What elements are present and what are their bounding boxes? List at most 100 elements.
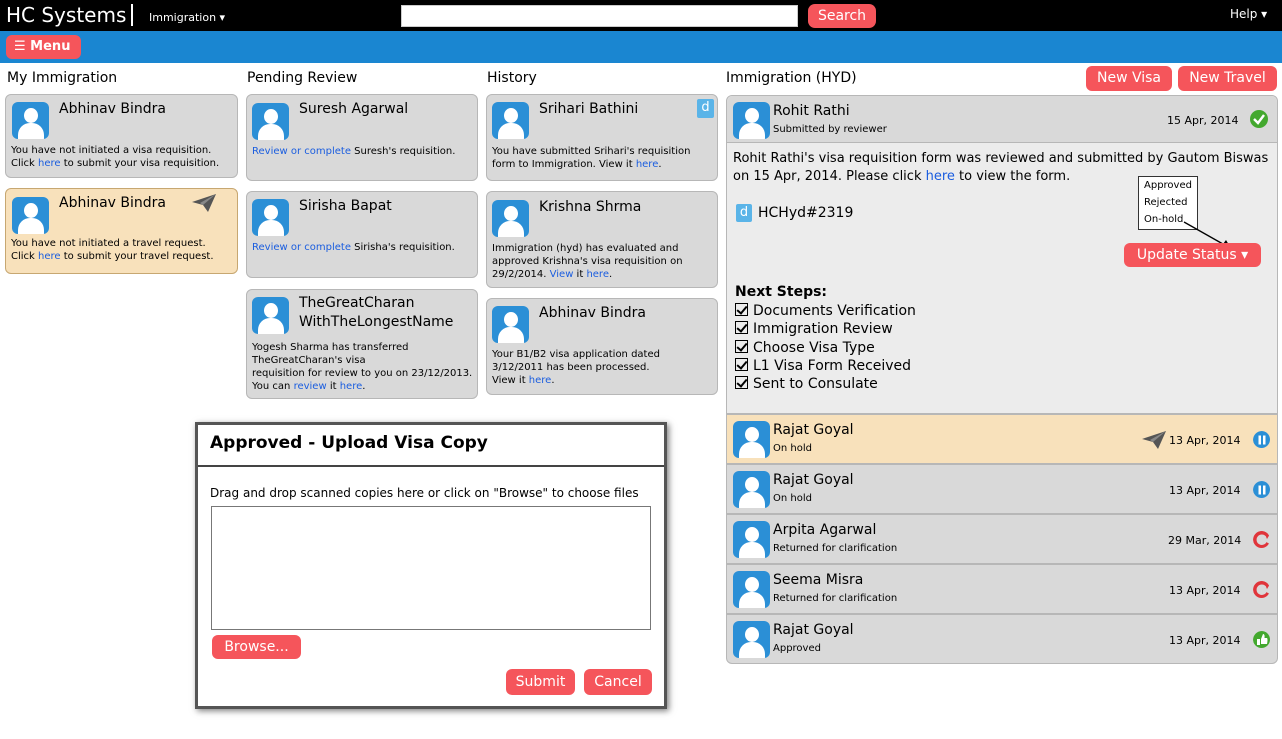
list-item[interactable]: Seema Misra Returned for clarification 1…	[726, 564, 1278, 614]
submit-button[interactable]: Submit	[506, 669, 575, 695]
card-name: Srihari Bathini	[539, 101, 639, 117]
nav-bar: ☰ Menu	[0, 31, 1282, 63]
checkbox-checked-icon	[735, 340, 748, 353]
avatar	[492, 102, 529, 139]
paper-plane-icon	[1142, 431, 1166, 449]
search-input[interactable]	[401, 5, 798, 27]
card-text: You have not initiated a visa requisitio…	[11, 145, 220, 169]
module-dropdown[interactable]: Immigration ▾	[149, 11, 225, 24]
detail-date: 15 Apr, 2014	[1167, 114, 1239, 127]
row-status: Returned for clarification	[773, 593, 898, 604]
view-link[interactable]: View	[550, 269, 574, 280]
travel-here-link[interactable]: here	[38, 251, 61, 262]
cancel-button[interactable]: Cancel	[584, 669, 652, 695]
list-item[interactable]: Rajat Goyal On hold 13 Apr, 2014	[726, 464, 1278, 514]
here-link[interactable]: here	[636, 159, 659, 170]
review-link[interactable]: Review or complete	[252, 146, 351, 157]
new-visa-button[interactable]: New Visa	[1086, 66, 1172, 91]
row-name: Rajat Goyal	[773, 472, 854, 488]
checkbox-checked-icon	[735, 321, 748, 334]
avatar	[12, 197, 49, 234]
view-form-link[interactable]: here	[926, 169, 955, 184]
avatar	[733, 471, 770, 508]
update-status-button[interactable]: Update Status ▾	[1124, 243, 1261, 267]
card-name: Sirisha Bapat	[299, 198, 392, 214]
thumbs-up-icon	[1253, 631, 1270, 648]
review-link[interactable]: review	[294, 381, 327, 392]
history-title: History	[487, 70, 537, 86]
avatar	[733, 102, 770, 139]
avatar	[492, 200, 529, 237]
history-card[interactable]: Srihari Bathini d You have submitted Sri…	[486, 94, 718, 181]
card-name: Suresh Agarwal	[299, 101, 409, 117]
row-date: 13 Apr, 2014	[1169, 634, 1241, 647]
modal-divider	[198, 465, 664, 467]
browse-button[interactable]: Browse...	[212, 635, 301, 659]
brand-divider	[131, 4, 133, 26]
row-date: 29 Mar, 2014	[1168, 534, 1242, 547]
checkbox-checked-icon	[735, 303, 748, 316]
pause-icon	[1253, 431, 1270, 448]
file-drop-zone[interactable]	[211, 506, 651, 630]
avatar	[492, 306, 529, 343]
list-item[interactable]: Rajat Goyal On hold 13 Apr, 2014	[726, 414, 1278, 464]
avatar	[733, 421, 770, 458]
search-button[interactable]: Search	[808, 4, 876, 28]
upload-visa-modal: Approved - Upload Visa Copy Drag and dro…	[195, 422, 667, 709]
step-item: Immigration Review	[735, 321, 893, 337]
document-icon[interactable]: d	[697, 99, 714, 118]
card-text: You have submitted Srihari's requisition…	[492, 146, 691, 170]
card-text: Your B1/B2 visa application dated 3/12/2…	[492, 349, 660, 386]
row-name: Arpita Agarwal	[773, 522, 877, 538]
top-bar: HC Systems Immigration ▾ Search Help ▾	[0, 0, 1282, 31]
return-icon	[1253, 531, 1270, 548]
avatar	[733, 621, 770, 658]
document-id[interactable]: HCHyd#2319	[758, 205, 853, 221]
row-status: Returned for clarification	[773, 543, 898, 554]
review-link[interactable]: Review or complete	[252, 242, 351, 253]
menu-button[interactable]: ☰ Menu	[6, 35, 81, 59]
row-status: Approved	[773, 643, 821, 654]
visa-here-link[interactable]: here	[38, 158, 61, 169]
help-menu[interactable]: Help ▾	[1230, 7, 1267, 21]
detail-sub: Submitted by reviewer	[773, 124, 887, 135]
list-item[interactable]: Rajat Goyal Approved 13 Apr, 2014	[726, 614, 1278, 664]
checkbox-checked-icon	[735, 376, 748, 389]
avatar	[252, 103, 289, 140]
pending-card[interactable]: Suresh Agarwal Review or complete Suresh…	[246, 94, 478, 181]
here-link[interactable]: here	[529, 375, 552, 386]
row-date: 13 Apr, 2014	[1169, 484, 1241, 497]
history-card[interactable]: Krishna Shrma Immigration (hyd) has eval…	[486, 191, 718, 288]
card-name: Krishna Shrma	[539, 199, 642, 215]
history-card[interactable]: Abhinav Bindra Your B1/B2 visa applicati…	[486, 298, 718, 395]
pending-card[interactable]: TheGreatCharan WithTheLongestName Yogesh …	[246, 289, 478, 399]
checkbox-checked-icon	[735, 358, 748, 371]
status-option-approved[interactable]: Approved	[1144, 177, 1197, 194]
my-visa-card[interactable]: Abhinav Bindra You have not initiated a …	[5, 94, 238, 178]
app-brand[interactable]: HC Systems	[6, 3, 126, 27]
step-item: Documents Verification	[735, 303, 916, 319]
row-status: On hold	[773, 493, 812, 504]
card-name: Abhinav Bindra	[59, 195, 167, 211]
here-link[interactable]: here	[586, 269, 609, 280]
avatar	[252, 297, 289, 334]
status-option-rejected[interactable]: Rejected	[1144, 194, 1197, 211]
pending-card[interactable]: Sirisha Bapat Review or complete Sirisha…	[246, 191, 478, 278]
card-name: Abhinav Bindra	[59, 101, 167, 117]
paper-plane-icon	[192, 194, 216, 212]
avatar	[252, 199, 289, 236]
here-link[interactable]: here	[340, 381, 363, 392]
modal-instructions: Drag and drop scanned copies here or cli…	[210, 486, 639, 500]
row-date: 13 Apr, 2014	[1169, 434, 1241, 447]
row-date: 13 Apr, 2014	[1169, 584, 1241, 597]
step-item: L1 Visa Form Received	[735, 358, 911, 374]
new-travel-button[interactable]: New Travel	[1178, 66, 1277, 91]
list-item[interactable]: Arpita Agarwal Returned for clarificatio…	[726, 514, 1278, 564]
my-travel-card[interactable]: Abhinav Bindra You have not initiated a …	[5, 188, 238, 274]
card-name: Abhinav Bindra	[539, 305, 647, 321]
avatar	[733, 571, 770, 608]
pause-icon	[1253, 481, 1270, 498]
avatar	[733, 521, 770, 558]
document-icon: d	[736, 204, 752, 222]
return-icon	[1253, 581, 1270, 598]
